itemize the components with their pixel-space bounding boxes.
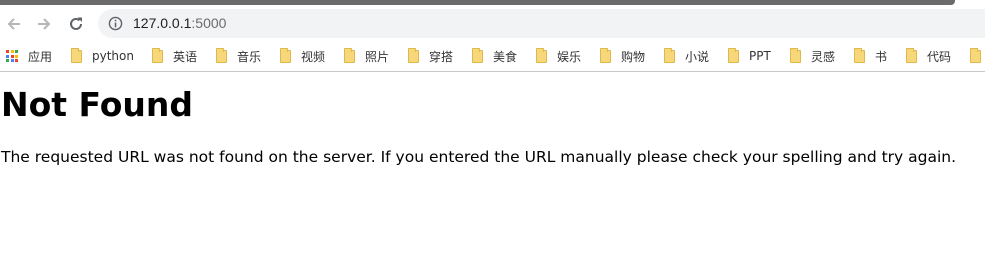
folder-icon: [152, 47, 163, 63]
bookmark-folder-shopping[interactable]: 购物: [600, 47, 645, 65]
bookmark-label: 应用: [28, 49, 53, 64]
bookmark-label: 购物: [621, 49, 646, 64]
bookmarks-bar: 应用 python 英语 音乐 视频 照片 穿搭 美食 娱乐 购物 小说 PPT…: [0, 41, 985, 72]
bookmark-folder-photos[interactable]: 照片: [344, 47, 389, 65]
folder-icon: [472, 47, 483, 63]
folder-icon: [280, 47, 291, 63]
bookmark-apps[interactable]: 应用: [6, 47, 52, 65]
bookmark-folder-video[interactable]: 视频: [280, 47, 325, 65]
bookmark-label: 娱乐: [557, 49, 582, 64]
bookmark-folder-books[interactable]: 书: [854, 47, 887, 65]
bookmark-folder-food[interactable]: 美食: [472, 47, 517, 65]
reload-button[interactable]: [65, 13, 87, 35]
bookmark-folder-ppt[interactable]: PPT: [728, 47, 771, 65]
bookmark-label: python: [92, 49, 134, 63]
folder-icon: [664, 47, 675, 63]
forward-arrow-icon: [38, 18, 51, 30]
bookmark-label: 美食: [493, 49, 518, 64]
bookmark-label: 音乐: [237, 49, 262, 64]
bookmark-label: 小说: [685, 49, 710, 64]
folder-icon: [728, 47, 739, 63]
reload-icon: [70, 17, 82, 30]
bookmark-label: PPT: [749, 49, 771, 63]
bookmark-label: 照片: [365, 49, 390, 64]
url-text[interactable]: 127.0.0.1:5000: [133, 14, 226, 32]
apps-grid-icon: [6, 50, 18, 62]
folder-icon: [970, 47, 981, 63]
bookmark-folder-novels[interactable]: 小说: [664, 47, 709, 65]
browser-toolbar: 127.0.0.1:5000: [0, 5, 985, 39]
bookmark-label: 代码: [927, 49, 952, 64]
bookmark-folder-music[interactable]: 音乐: [216, 47, 261, 65]
page-title: Not Found: [1, 85, 194, 124]
folder-icon: [408, 47, 419, 63]
bookmark-folder-entertainment[interactable]: 娱乐: [536, 47, 581, 65]
back-button[interactable]: [3, 13, 25, 35]
bookmark-folder-python[interactable]: python: [71, 47, 134, 65]
folder-icon: [71, 47, 82, 63]
folder-icon: [854, 47, 865, 63]
folder-icon: [344, 47, 355, 63]
bookmark-label: 穿搭: [429, 49, 454, 64]
bookmark-label: 英语: [173, 49, 198, 64]
url-port: :5000: [191, 15, 227, 31]
bookmark-folder-inspiration[interactable]: 灵感: [790, 47, 835, 65]
bookmark-folder-overflow[interactable]: [970, 47, 985, 65]
folder-icon: [600, 47, 611, 63]
bookmark-label: 书: [875, 49, 888, 64]
url-host: 127.0.0.1: [133, 15, 192, 31]
bookmark-label: 视频: [301, 49, 326, 64]
folder-icon: [906, 47, 917, 63]
back-arrow-icon: [7, 18, 20, 30]
site-info-icon[interactable]: [108, 16, 123, 31]
bookmark-folder-code[interactable]: 代码: [906, 47, 951, 65]
bookmark-folder-english[interactable]: 英语: [152, 47, 197, 65]
bookmark-folder-outfits[interactable]: 穿搭: [408, 47, 453, 65]
address-bar[interactable]: 127.0.0.1:5000: [98, 9, 985, 38]
bookmark-label: 灵感: [811, 49, 836, 64]
folder-icon: [216, 47, 227, 63]
folder-icon: [536, 47, 547, 63]
forward-button[interactable]: [33, 13, 55, 35]
error-message: The requested URL was not found on the s…: [1, 148, 957, 166]
folder-icon: [790, 47, 801, 63]
